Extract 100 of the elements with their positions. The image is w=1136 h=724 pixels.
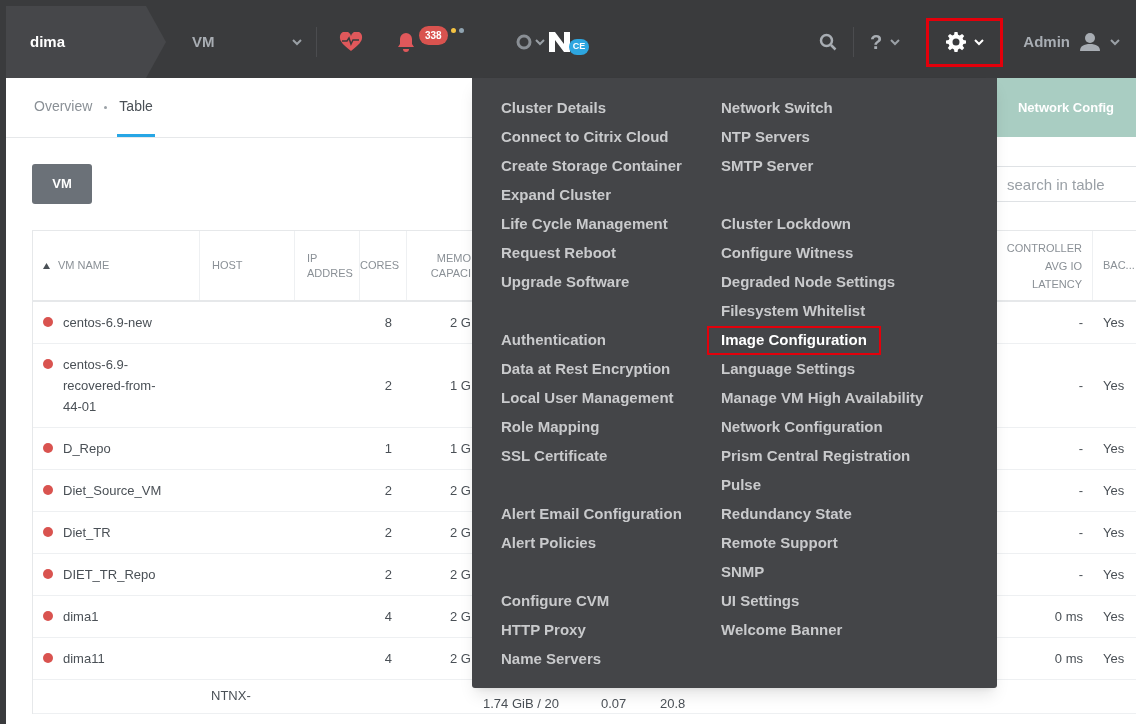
- settings-menu-item[interactable]: Upgrade Software: [501, 268, 630, 297]
- settings-menu-item[interactable]: SNMP: [721, 558, 765, 587]
- latency-cell: -: [1078, 314, 1083, 330]
- settings-menu-item[interactable]: Pulse: [721, 471, 762, 500]
- settings-menu-item[interactable]: Manage VM High Availability: [721, 384, 924, 413]
- latency-cell: -: [1078, 482, 1083, 498]
- settings-menu-item[interactable]: Authentication: [501, 326, 606, 355]
- memory-cell: 2 G: [450, 650, 471, 666]
- chevron-down-icon: [534, 38, 545, 46]
- user-name[interactable]: Admin: [1023, 30, 1070, 54]
- settings-menu-item[interactable]: Welcome Banner: [721, 616, 843, 645]
- vm-name-cell[interactable]: centos-6.9-recovered-from-44-01: [63, 354, 173, 417]
- backup-cell: Yes: [1103, 524, 1125, 540]
- chevron-down-icon: [292, 38, 302, 46]
- column-header[interactable]: IP ADDRES: [307, 250, 355, 281]
- search-icon[interactable]: [819, 33, 838, 51]
- ring-icon[interactable]: [515, 34, 532, 50]
- memory-cell: 1 G: [450, 377, 471, 393]
- settings-menu-item[interactable]: Alert Email Configuration: [501, 500, 682, 529]
- column-header[interactable]: VM NAME: [58, 257, 110, 274]
- settings-menu-item[interactable]: Image Configuration: [707, 326, 881, 355]
- backup-cell: Yes: [1103, 566, 1125, 582]
- chevron-down-icon: [1110, 38, 1120, 46]
- column-header[interactable]: BAC...: [1103, 257, 1135, 274]
- settings-menu-item[interactable]: Remote Support: [721, 529, 838, 558]
- settings-menu-item[interactable]: Create Storage Container: [501, 152, 682, 181]
- settings-menu-item[interactable]: Network Switch: [721, 94, 833, 123]
- backup-cell: Yes: [1103, 482, 1125, 498]
- latency-cell: -: [1078, 566, 1083, 582]
- latency-cell: -: [1078, 524, 1083, 540]
- view-tab[interactable]: Table: [117, 78, 155, 137]
- table-cell: 1.74 GiB / 20: [483, 696, 559, 711]
- settings-icon: [945, 32, 966, 52]
- section-dropdown[interactable]: VM: [192, 30, 302, 54]
- vm-name-cell[interactable]: D_Repo: [63, 438, 173, 459]
- chevron-down-icon: [890, 38, 901, 46]
- memory-cell: 2 G: [450, 566, 471, 582]
- vm-name-cell[interactable]: Diet_TR: [63, 522, 173, 543]
- settings-menu-item[interactable]: UI Settings: [721, 587, 800, 616]
- column-header[interactable]: HOST: [212, 257, 243, 274]
- settings-menu-item[interactable]: HTTP Proxy: [501, 616, 586, 645]
- settings-menu-item[interactable]: Name Servers: [501, 645, 602, 674]
- settings-menu-item[interactable]: Network Configuration: [721, 413, 883, 442]
- settings-menu-item[interactable]: Data at Rest Encryption: [501, 355, 671, 384]
- vm-name-cell[interactable]: Diet_Source_VM: [63, 480, 173, 501]
- vm-name-cell[interactable]: DIET_TR_Repo: [63, 564, 173, 585]
- vm-name-cell[interactable]: dima1: [63, 606, 173, 627]
- settings-menu-item[interactable]: Alert Policies: [501, 529, 597, 558]
- settings-menu-item[interactable]: Cluster Details: [501, 94, 607, 123]
- settings-menu-item[interactable]: Language Settings: [721, 355, 856, 384]
- host-cell: NTNX-: [211, 688, 251, 703]
- user-icon[interactable]: [1080, 33, 1100, 51]
- cores-cell: 1: [384, 440, 392, 456]
- table-cell: 0.07: [601, 696, 627, 711]
- settings-menu-item[interactable]: Filesystem Whitelist: [721, 297, 866, 326]
- memory-cell: 2 G: [450, 314, 471, 330]
- cores-cell: 2: [384, 482, 392, 498]
- cluster-breadcrumb[interactable]: dima: [6, 6, 166, 78]
- bell-icon[interactable]: [397, 32, 415, 52]
- latency-cell: 0 ms: [1054, 608, 1083, 624]
- cores-cell: 2: [384, 566, 392, 582]
- settings-menu-item[interactable]: Role Mapping: [501, 413, 600, 442]
- edition-badge: CE: [568, 39, 590, 55]
- settings-menu-item[interactable]: Configure CVM: [501, 587, 610, 616]
- settings-menu-item[interactable]: Connect to Citrix Cloud: [501, 123, 669, 152]
- alert-count-badge[interactable]: 338: [419, 25, 448, 45]
- settings-menu-item[interactable]: Cluster Lockdown: [721, 210, 851, 239]
- backup-cell: Yes: [1103, 440, 1125, 456]
- settings-menu-item[interactable]: Prism Central Registration: [721, 442, 911, 471]
- heart-pulse-icon[interactable]: [339, 32, 363, 52]
- view-tab[interactable]: Overview: [32, 78, 95, 137]
- settings-menu-item[interactable]: Request Reboot: [501, 239, 616, 268]
- settings-menu-item[interactable]: Redundancy State: [721, 500, 852, 529]
- settings-menu-button[interactable]: [926, 17, 1004, 67]
- search-field[interactable]: search in table: [996, 166, 1136, 202]
- column-header[interactable]: CORES: [360, 257, 400, 274]
- latency-cell: -: [1078, 377, 1083, 393]
- logo-icon[interactable]: [548, 31, 571, 53]
- column-header[interactable]: CONTROLLER AVG IO LATENCY: [1002, 238, 1082, 293]
- settings-menu-item[interactable]: Expand Cluster: [501, 181, 612, 210]
- help-menu[interactable]: ?: [870, 27, 901, 57]
- memory-cell: 1 G: [450, 440, 471, 456]
- sort-ascending-icon[interactable]: [43, 262, 50, 269]
- column-header[interactable]: MEMO CAPACI: [421, 250, 471, 281]
- vm-name-cell[interactable]: dima11: [63, 648, 173, 669]
- settings-menu-item[interactable]: SSL Certificate: [501, 442, 608, 471]
- chevron-down-icon: [973, 38, 984, 46]
- settings-menu-item[interactable]: SMTP Server: [721, 152, 814, 181]
- settings-menu-item[interactable]: Life Cycle Management: [501, 210, 668, 239]
- settings-menu-item[interactable]: NTP Servers: [721, 123, 810, 152]
- backup-cell: Yes: [1103, 650, 1125, 666]
- vm-name-cell[interactable]: centos-6.9-new: [63, 312, 173, 333]
- create-vm-button[interactable]: VM: [32, 164, 92, 204]
- backup-cell: Yes: [1103, 314, 1125, 330]
- settings-menu-item[interactable]: Local User Management: [501, 384, 674, 413]
- settings-menu-item[interactable]: Degraded Node Settings: [721, 268, 896, 297]
- cores-cell: 8: [384, 314, 392, 330]
- cores-cell: 4: [384, 650, 392, 666]
- latency-cell: 0 ms: [1054, 650, 1083, 666]
- settings-menu-item[interactable]: Configure Witness: [721, 239, 854, 268]
